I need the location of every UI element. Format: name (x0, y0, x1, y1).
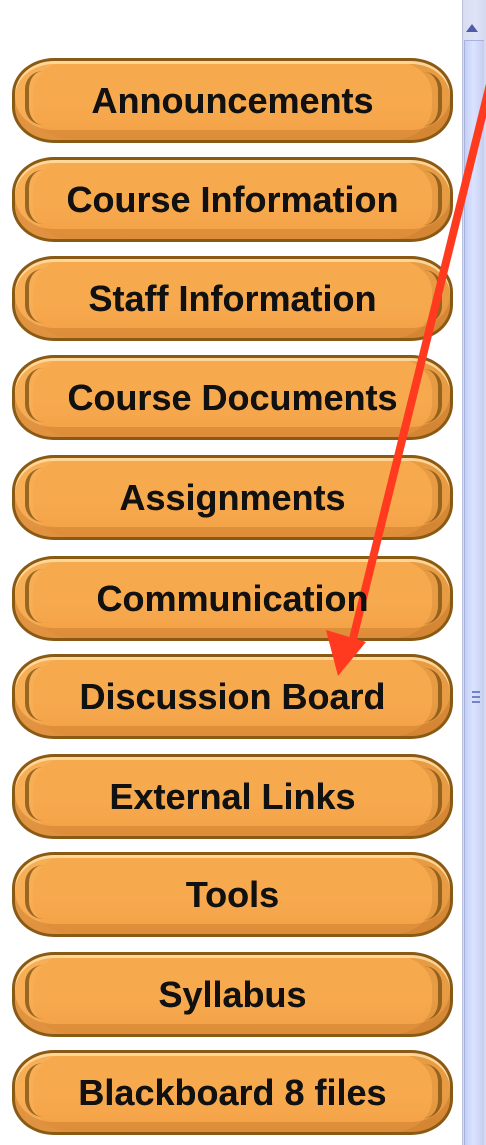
scrollbar-thumb[interactable] (464, 40, 484, 1145)
nav-label-blackboard-8-files: Blackboard 8 files (78, 1071, 387, 1113)
blackboard-course-menu-screenshot: Announcements Course Information Staff I… (0, 0, 486, 1145)
nav-label-syllabus: Syllabus (158, 973, 307, 1015)
nav-label-staff-information: Staff Information (88, 277, 377, 319)
nav-button-communication[interactable]: Communication (12, 556, 453, 641)
nav-button-discussion-board[interactable]: Discussion Board (12, 654, 453, 739)
nav-button-announcements[interactable]: Announcements (12, 58, 453, 143)
nav-label-external-links: External Links (109, 775, 356, 817)
nav-button-blackboard-8-files[interactable]: Blackboard 8 files (12, 1050, 453, 1135)
nav-button-tools[interactable]: Tools (12, 852, 453, 937)
nav-button-syllabus[interactable]: Syllabus (12, 952, 453, 1037)
nav-label-course-information: Course Information (66, 178, 399, 220)
nav-label-assignments: Assignments (119, 476, 346, 518)
nav-button-assignments[interactable]: Assignments (12, 455, 453, 540)
nav-button-course-information[interactable]: Course Information (12, 157, 453, 242)
nav-label-communication: Communication (96, 577, 369, 619)
nav-button-course-documents[interactable]: Course Documents (12, 355, 453, 440)
scrollbar-grip-icon (472, 691, 480, 703)
nav-button-external-links[interactable]: External Links (12, 754, 453, 839)
nav-label-discussion-board: Discussion Board (79, 675, 386, 717)
course-navigation-menu: Announcements Course Information Staff I… (0, 0, 462, 1145)
nav-label-tools: Tools (185, 873, 280, 915)
nav-button-staff-information[interactable]: Staff Information (12, 256, 453, 341)
nav-label-course-documents: Course Documents (67, 376, 398, 418)
nav-label-announcements: Announcements (91, 79, 374, 121)
scroll-up-arrow-icon[interactable] (466, 24, 478, 32)
